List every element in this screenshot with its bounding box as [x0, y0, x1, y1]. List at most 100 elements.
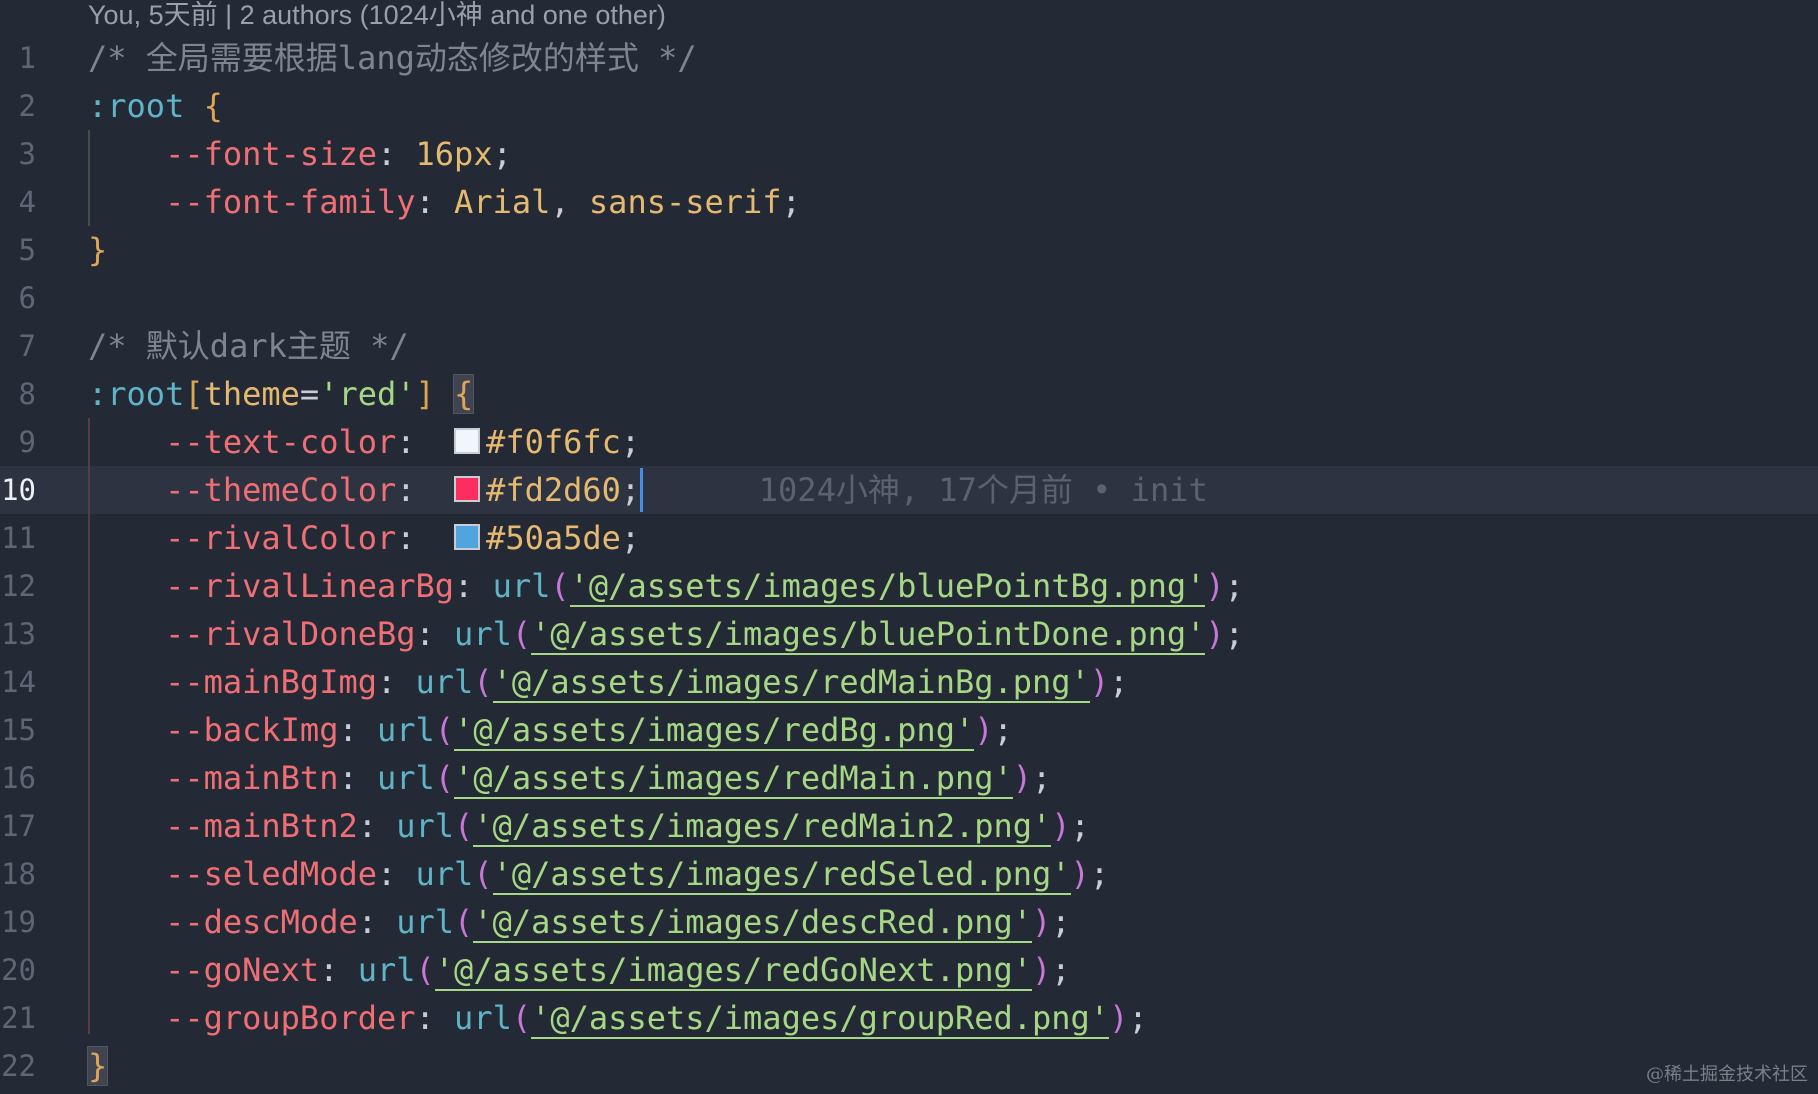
line-number[interactable]: 21 — [0, 994, 36, 1042]
line-number[interactable]: 6 — [0, 274, 36, 322]
line-code[interactable]: --mainBgImg: url('@/assets/images/redMai… — [88, 658, 1128, 706]
line-number[interactable]: 12 — [0, 562, 36, 610]
code-line[interactable]: 16 --mainBtn: url('@/assets/images/redMa… — [0, 754, 1818, 802]
code-line[interactable]: 3 --font-size: 16px; — [0, 130, 1818, 178]
url-link[interactable]: '@/assets/images/redMain2.png' — [473, 807, 1052, 847]
code-token: theme — [203, 375, 300, 413]
line-code[interactable]: --groupBorder: url('@/assets/images/grou… — [88, 994, 1148, 1042]
color-swatch[interactable] — [454, 428, 481, 454]
line-number[interactable]: 17 — [0, 802, 36, 850]
url-link[interactable]: '@/assets/images/bluePointBg.png' — [569, 567, 1206, 607]
line-code[interactable]: --seledMode: url('@/assets/images/redSel… — [88, 850, 1109, 898]
line-code[interactable]: :root { — [88, 82, 223, 130]
code-line[interactable]: 19 --descMode: url('@/assets/images/desc… — [0, 898, 1818, 946]
line-code[interactable]: --rivalColor: #50a5de; — [88, 514, 640, 562]
line-number[interactable]: 8 — [0, 370, 36, 418]
url-link[interactable]: '@/assets/images/redMainBg.png' — [492, 663, 1090, 703]
code-line[interactable]: 20 --goNext: url('@/assets/images/redGoN… — [0, 946, 1818, 994]
code-token: url — [376, 759, 435, 797]
code-token: ( — [511, 999, 532, 1037]
code-line[interactable]: 21 --groupBorder: url('@/assets/images/g… — [0, 994, 1818, 1042]
code-token: ; — [1032, 759, 1052, 797]
code-line[interactable]: 5} — [0, 226, 1818, 274]
code-line[interactable]: 15 --backImg: url('@/assets/images/redBg… — [0, 706, 1818, 754]
line-code[interactable]: --rivalLinearBg: url('@/assets/images/bl… — [88, 562, 1244, 610]
code-line[interactable]: 12 --rivalLinearBg: url('@/assets/images… — [0, 562, 1818, 610]
code-token: : — [396, 423, 455, 461]
code-line[interactable]: 11 --rivalColor: #50a5de; — [0, 514, 1818, 562]
url-link[interactable]: '@/assets/images/descRed.png' — [473, 903, 1033, 943]
line-number[interactable]: 11 — [0, 514, 36, 562]
color-swatch[interactable] — [454, 524, 481, 550]
line-code[interactable]: --themeColor: #fd2d60; 1024小神, 17个月前 • i… — [88, 466, 1208, 514]
code-token: 16px — [415, 135, 493, 173]
code-line[interactable]: 17 --mainBtn2: url('@/assets/images/redM… — [0, 802, 1818, 850]
code-line[interactable]: 14 --mainBgImg: url('@/assets/images/red… — [0, 658, 1818, 706]
line-number[interactable]: 3 — [0, 130, 36, 178]
code-line[interactable]: 10 --themeColor: #fd2d60; 1024小神, 17个月前 … — [0, 466, 1818, 514]
line-code[interactable]: --mainBtn2: url('@/assets/images/redMain… — [88, 802, 1090, 850]
code-line[interactable]: 4 --font-family: Arial, sans-serif; — [0, 178, 1818, 226]
code-token: url — [357, 951, 416, 989]
line-number[interactable]: 7 — [0, 322, 36, 370]
code-line[interactable]: 8 :root[theme='red'] { — [0, 370, 1818, 418]
line-code[interactable]: /* 默认dark主题 */ — [88, 322, 409, 370]
code-token: : — [319, 951, 358, 989]
code-token: ( — [473, 855, 493, 893]
line-code[interactable]: } — [86, 1042, 109, 1090]
url-link[interactable]: '@/assets/images/redGoNext.png' — [434, 951, 1033, 991]
line-code[interactable]: } — [88, 226, 107, 274]
line-number[interactable]: 14 — [0, 658, 36, 706]
line-number[interactable]: 9 — [0, 418, 36, 466]
code-token: : — [396, 519, 455, 557]
code-line[interactable]: 2 :root { — [0, 82, 1818, 130]
line-code[interactable]: /* 全局需要根据lang动态修改的样式 */ — [88, 34, 697, 82]
line-code[interactable]: --backImg: url('@/assets/images/redBg.pn… — [88, 706, 1013, 754]
code-line[interactable]: 22} — [0, 1042, 1818, 1090]
git-blame-codelens[interactable]: You, 5天前 | 2 authors (1024小神 and one oth… — [88, 0, 666, 30]
line-code[interactable]: --text-color: #f0f6fc; — [88, 418, 640, 466]
code-token: url — [415, 855, 474, 893]
line-number[interactable]: 5 — [0, 226, 36, 274]
line-number[interactable]: 1 — [0, 34, 36, 82]
code-line[interactable]: 1 /* 全局需要根据lang动态修改的样式 */ — [0, 34, 1818, 82]
line-number[interactable]: 20 — [0, 946, 36, 994]
line-number[interactable]: 15 — [0, 706, 36, 754]
url-link[interactable]: '@/assets/images/redMain.png' — [454, 759, 1013, 799]
line-code[interactable]: --font-size: 16px; — [88, 130, 512, 178]
code-token: ) — [1205, 567, 1225, 605]
url-link[interactable]: '@/assets/images/redBg.png' — [454, 711, 975, 751]
code-line[interactable]: 18 --seledMode: url('@/assets/images/red… — [0, 850, 1818, 898]
line-number[interactable]: 4 — [0, 178, 36, 226]
code-line[interactable]: 9 --text-color: #f0f6fc; — [0, 418, 1818, 466]
line-number[interactable]: 16 — [0, 754, 36, 802]
line-number[interactable]: 2 — [0, 82, 36, 130]
code-token: ; — [1109, 663, 1129, 701]
line-code[interactable]: --descMode: url('@/assets/images/descRed… — [88, 898, 1071, 946]
line-code[interactable]: :root[theme='red'] { — [88, 370, 475, 418]
line-number[interactable]: 19 — [0, 898, 36, 946]
code-token: Arial — [454, 183, 551, 221]
code-editor[interactable]: You, 5天前 | 2 authors (1024小神 and one oth… — [0, 0, 1818, 1094]
url-link[interactable]: '@/assets/images/groupRed.png' — [531, 999, 1110, 1039]
code-token: ; — [781, 183, 801, 221]
line-number[interactable]: 22 — [0, 1042, 36, 1090]
code-line[interactable]: 13 --rivalDoneBg: url('@/assets/images/b… — [0, 610, 1818, 658]
line-code[interactable]: --goNext: url('@/assets/images/redGoNext… — [88, 946, 1071, 994]
color-swatch[interactable] — [454, 476, 481, 502]
line-number[interactable]: 13 — [0, 610, 36, 658]
line-code[interactable]: --rivalDoneBg: url('@/assets/images/blue… — [88, 610, 1244, 658]
line-code[interactable]: --font-family: Arial, sans-serif; — [88, 178, 801, 226]
line-number[interactable]: 18 — [0, 850, 36, 898]
code-token: url — [396, 903, 455, 941]
line-code[interactable]: --mainBtn: url('@/assets/images/redMain.… — [88, 754, 1051, 802]
url-link[interactable]: '@/assets/images/bluePointDone.png' — [531, 615, 1206, 655]
url-link[interactable]: '@/assets/images/redSeled.png' — [492, 855, 1071, 895]
line-number[interactable]: 10 — [0, 466, 36, 514]
code-line[interactable]: 7 /* 默认dark主题 */ — [0, 322, 1818, 370]
code-token: --text-color — [165, 423, 397, 461]
code-line[interactable]: 6 — [0, 274, 1818, 322]
